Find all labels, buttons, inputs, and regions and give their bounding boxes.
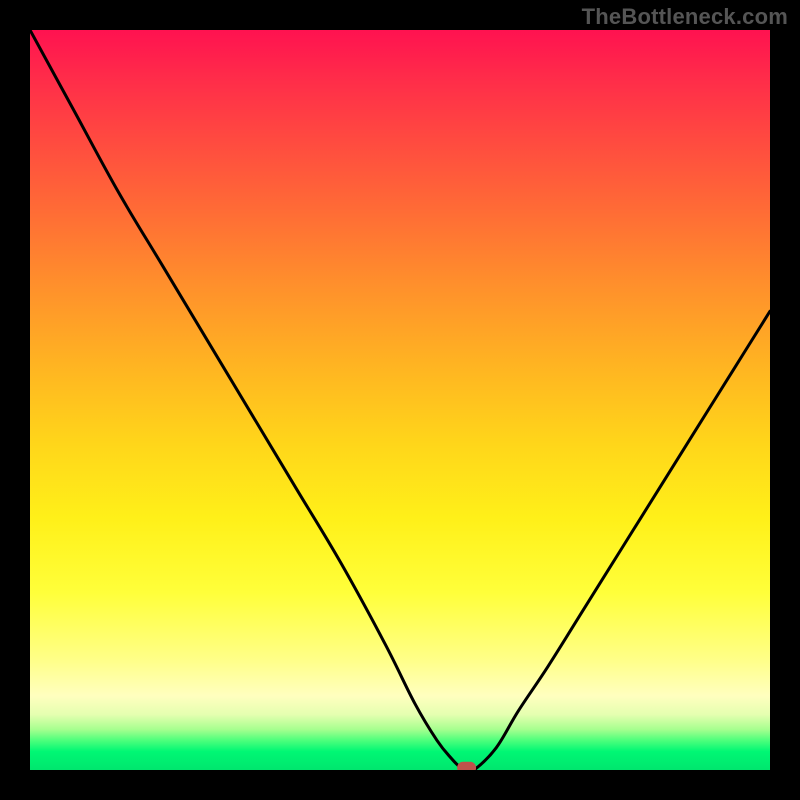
optimal-marker xyxy=(458,762,476,770)
chart-frame: TheBottleneck.com xyxy=(0,0,800,800)
curve-path xyxy=(30,30,770,770)
plot-area xyxy=(30,30,770,770)
bottleneck-curve xyxy=(30,30,770,770)
watermark-text: TheBottleneck.com xyxy=(582,4,788,30)
